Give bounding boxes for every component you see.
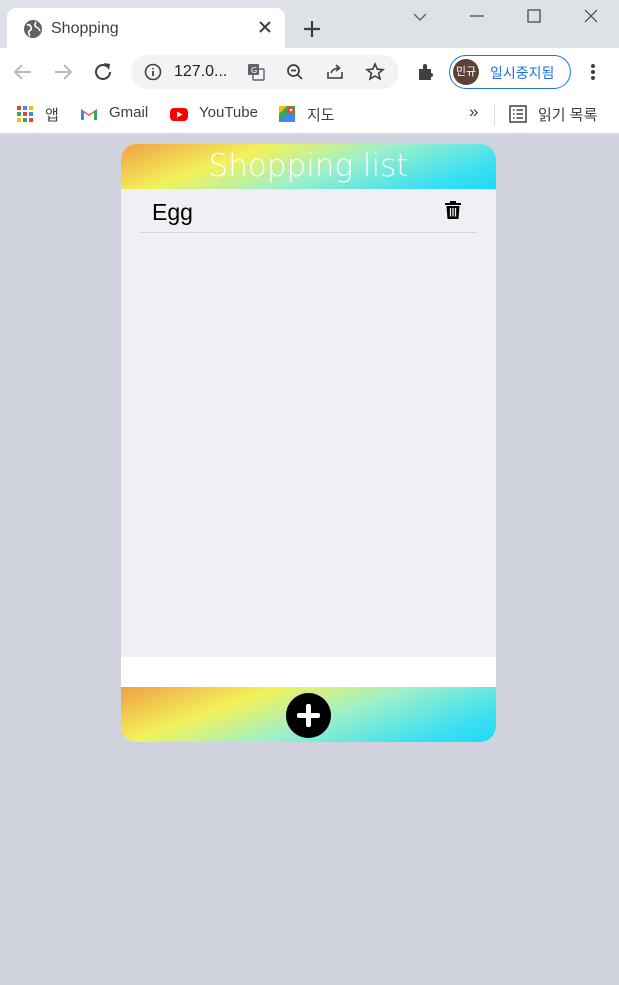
tab-search-icon[interactable] [409,6,431,28]
bookmark-label: YouTube [199,104,258,121]
trash-icon[interactable] [444,200,462,220]
avatar: 민규 [453,59,479,85]
gmail-icon [81,109,97,120]
bookmarks-bar: 앱 Gmail YouTube 지도 » 읽기 목록 [0,96,619,134]
globe-icon [24,20,42,38]
back-icon[interactable] [11,60,35,84]
app-footer [121,687,496,742]
apps-grid-icon [17,106,33,122]
reading-list-label: 읽기 목록 [538,107,598,124]
bookmark-star-icon[interactable] [365,62,385,82]
bookmark-label: 지도 [307,107,335,124]
menu-kebab-icon[interactable] [581,60,605,84]
forward-icon[interactable] [51,60,75,84]
profile-button[interactable]: 민규 일시중지됨 [449,55,571,89]
browser-toolbar: 127.0... G 민규 일시중지됨 [0,48,619,96]
bookmark-label: 앱 [45,107,59,124]
bookmark-gmail[interactable]: Gmail [79,104,154,124]
tab-strip: Shopping [0,0,619,50]
app-title: Shopping list [208,148,409,184]
address-bar[interactable]: 127.0... G [131,55,399,89]
item-name: Egg [152,199,193,225]
reading-list-icon [509,105,527,123]
app-header: Shopping list [121,144,496,189]
translate-icon[interactable]: G [246,62,266,82]
shopping-app-card: Shopping list Egg [121,144,496,742]
plus-icon [297,704,320,727]
bookmark-label: Gmail [109,104,149,121]
bookmark-youtube[interactable]: YouTube [169,104,261,124]
site-info-icon[interactable] [143,62,163,82]
svg-text:G: G [251,66,257,75]
new-tab-icon[interactable] [301,18,323,40]
list-item: Egg [140,189,477,233]
shopping-list: Egg [121,189,496,657]
bookmarks-overflow-chevron[interactable]: » [469,102,478,122]
maximize-icon[interactable] [523,6,545,28]
share-icon[interactable] [325,62,345,82]
url-text: 127.0... [174,63,228,80]
close-window-icon[interactable] [580,6,602,28]
extensions-icon[interactable] [415,60,439,84]
add-item-button[interactable] [286,693,331,738]
bookmark-apps[interactable]: 앱 [15,104,65,124]
browser-tab[interactable]: Shopping [7,8,285,50]
tab-title: Shopping [51,20,119,37]
reload-icon[interactable] [91,60,115,84]
zoom-out-icon[interactable] [285,62,305,82]
minimize-icon[interactable] [466,6,488,28]
bookmarks-divider [494,104,495,126]
close-tab-icon[interactable] [257,19,273,35]
profile-status: 일시중지됨 [490,65,555,81]
reading-list-button[interactable]: 읽기 목록 [508,104,608,124]
item-input-area[interactable] [121,657,496,687]
maps-icon [279,106,295,122]
bookmark-maps[interactable]: 지도 [277,104,342,124]
youtube-icon [170,108,188,121]
